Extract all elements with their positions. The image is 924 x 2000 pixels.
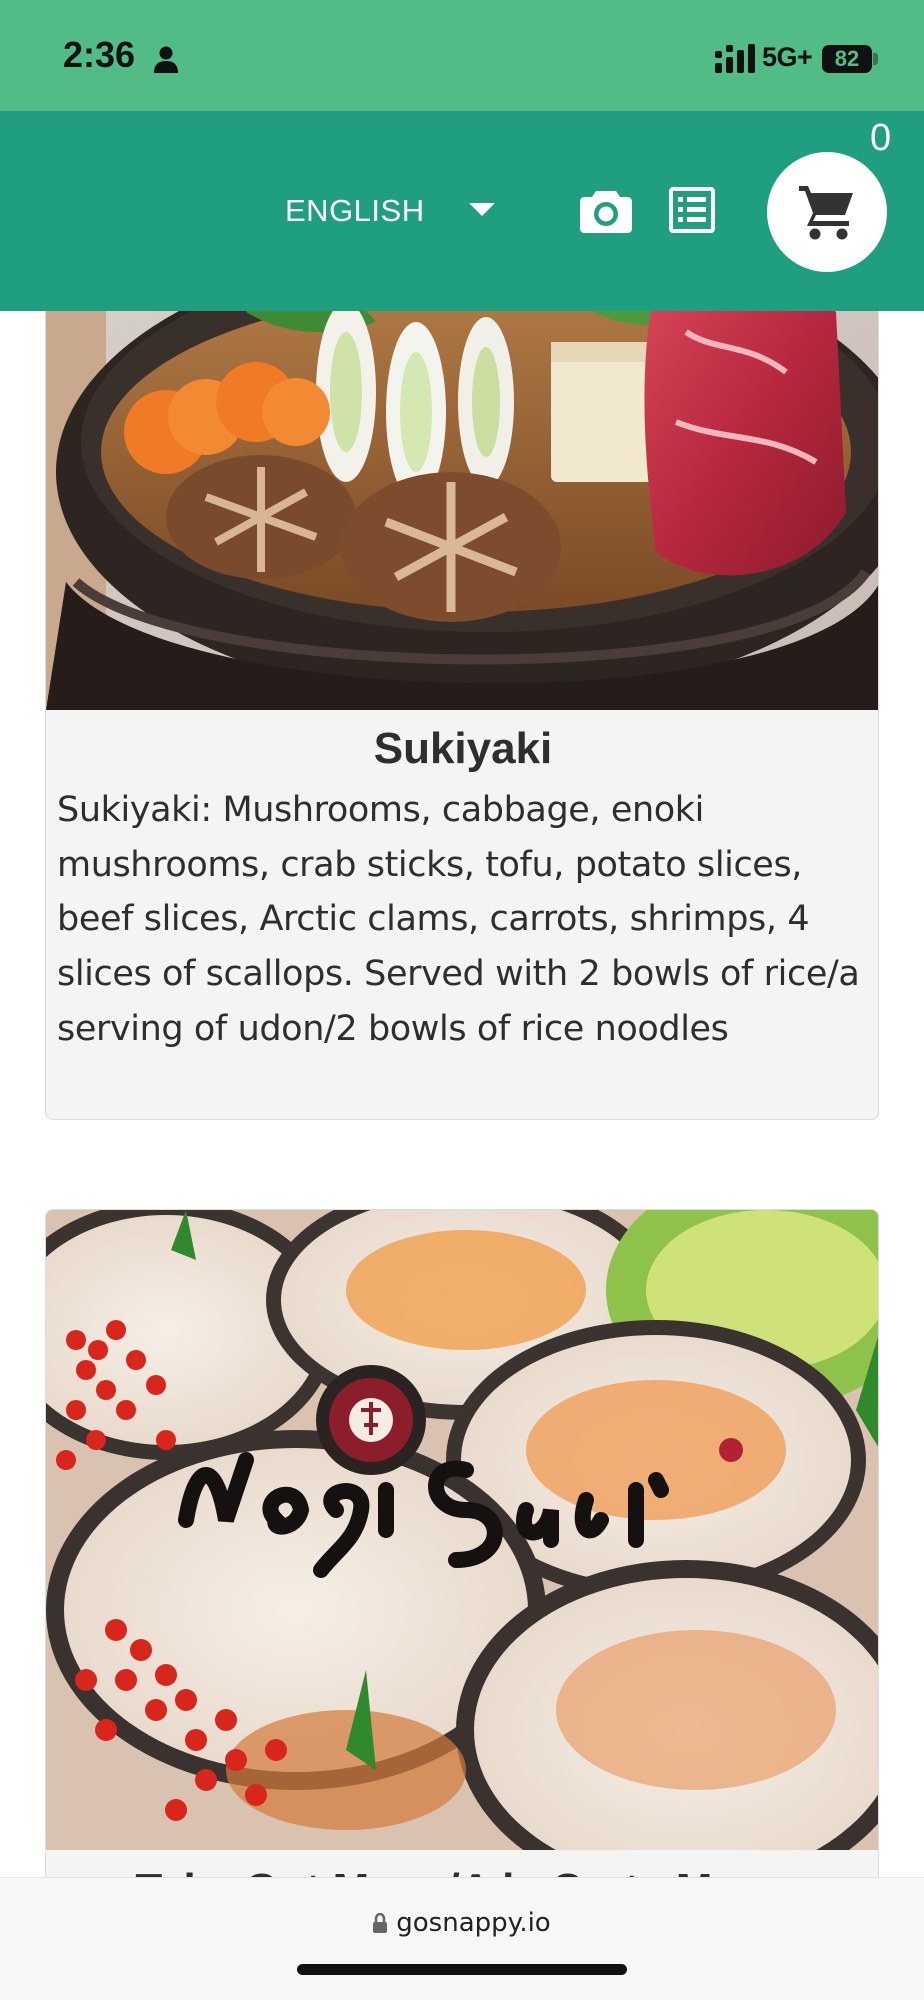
signal-icon (715, 44, 755, 73)
url-container: gosnappy.io (0, 1908, 924, 1938)
camera-icon (580, 191, 632, 233)
network-label: 5G+ (762, 42, 813, 72)
browser-url-bar[interactable]: gosnappy.io (0, 1877, 924, 2000)
home-indicator[interactable] (297, 1964, 627, 1975)
item-title: Take Out Menu/A la Carte Menu (46, 1865, 878, 1877)
item-description: Sukiyaki: Mushrooms, cabbage, enoki mush… (57, 790, 860, 1049)
status-time: 2:36 (63, 34, 136, 75)
camera-button[interactable] (580, 187, 632, 233)
sukiyaki-photo (46, 311, 878, 710)
battery-icon: 82 (822, 45, 872, 73)
sushi-photo (46, 1210, 878, 1850)
item-title: Sukiyaki (373, 724, 553, 773)
language-select[interactable]: ENGLISH (285, 185, 500, 235)
battery-cap (873, 53, 878, 65)
battery-level: 82 (834, 46, 860, 71)
chevron-down-icon (469, 203, 495, 216)
menu-item-card[interactable]: Take Out Menu/A la Carte Menu (45, 1209, 879, 1877)
cart-button[interactable] (767, 152, 887, 272)
url-label: gosnappy.io (396, 1908, 551, 1938)
menu-list-button[interactable] (669, 187, 715, 233)
cart-icon (799, 186, 853, 240)
status-bar: 2:36 5G+ 82 (0, 0, 924, 111)
app-header: ENGLISH 0 (0, 111, 924, 311)
menu-list-icon (669, 187, 715, 233)
lock-icon (373, 1913, 388, 1933)
cart-count: 0 (870, 117, 892, 159)
person-icon (154, 46, 178, 73)
language-label: ENGLISH (285, 193, 425, 228)
menu-item-card[interactable]: Sukiyaki Sukiyaki: Mushrooms, cabbage, e… (45, 311, 879, 1120)
menu-content: Sukiyaki Sukiyaki: Mushrooms, cabbage, e… (0, 311, 924, 1877)
